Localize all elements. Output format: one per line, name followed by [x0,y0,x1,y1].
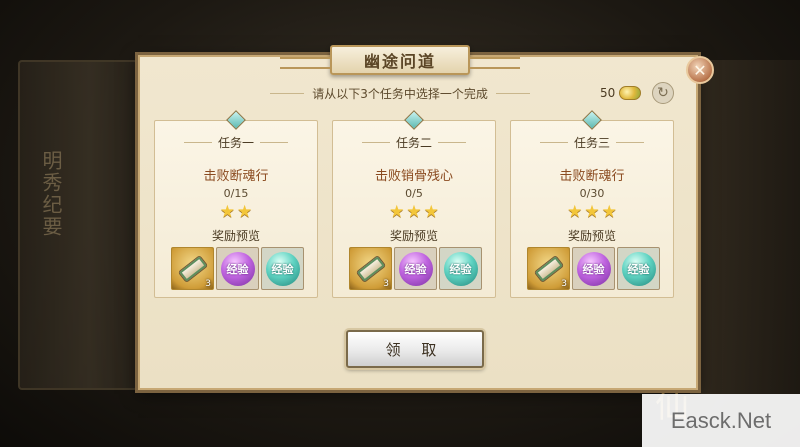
title-plate: 幽途问道 [280,45,520,75]
star-icon: ★ [423,202,439,222]
reward-slot-scroll[interactable]: 3 [527,247,570,290]
task-target: 击败断魂行 [203,169,269,184]
reward-slots: 3 经验 经验 [527,247,660,290]
reward-count: 3 [383,279,389,289]
reward-preview-label: 奖励预览 [211,229,260,243]
subtitle-row: 请从以下3个任务中选择一个完成 [270,84,531,102]
background-book-text: 明秀纪要 [39,150,63,238]
exp-orb-teal-icon: 经验 [265,251,300,286]
task-header: 任务三 [511,131,673,153]
header-divider [260,141,288,143]
exp-orb-purple-icon: 经验 [576,251,611,286]
task-header: 任务一 [155,131,317,153]
header-divider [361,141,390,143]
close-button[interactable]: ✕ [686,56,714,84]
watermark-text: Easck.Net [670,407,772,433]
reward-slot-exp-purple[interactable]: 经验 [216,247,259,290]
scroll-icon [533,254,564,283]
star-icon: ★ [584,202,600,222]
exp-orb-teal-icon: 经验 [621,251,656,286]
currency-display: 50 [600,84,642,102]
header-divider [616,141,644,143]
scroll-icon [177,254,208,283]
exp-orb-purple-icon: 经验 [398,251,433,286]
task-stars: ★ ★ ★ [333,203,495,221]
star-icon: ★ [406,202,422,222]
star-icon: ★ [567,202,583,222]
refresh-button[interactable]: ↻ [652,82,674,104]
claim-button[interactable]: 领 取 [346,330,484,368]
star-icon: ★ [389,202,405,222]
scroll-icon [355,254,386,283]
task-card-3[interactable]: 任务三 击败断魂行 0/30 ★ ★ ★ 奖励预览 3 经验 经验 [510,110,674,298]
task-progress: 0/30 [579,187,605,200]
task-card-2[interactable]: 任务二 击败销骨残心 0/5 ★ ★ ★ 奖励预览 3 经验 经验 [332,110,496,298]
subtitle-divider-right [495,92,531,94]
reward-slot-exp-teal[interactable]: 经验 [617,247,660,290]
task-target: 击败断魂行 [559,169,625,184]
reward-slot-scroll[interactable]: 3 [349,247,392,290]
reward-preview-label: 奖励预览 [567,229,616,243]
watermark: Easck.Net [642,394,800,447]
reward-slot-exp-teal[interactable]: 经验 [261,247,304,290]
currency-amount: 50 [600,86,616,100]
task-label: 任务一 [217,135,254,150]
star-icon: ★ [237,202,253,222]
reward-slot-exp-purple[interactable]: 经验 [394,247,437,290]
reward-count: 3 [561,279,567,289]
refresh-icon: ↻ [657,85,669,101]
close-icon: ✕ [693,60,707,80]
header-divider [183,141,212,143]
subtitle-text: 请从以下3个任务中选择一个完成 [312,86,488,101]
exp-orb-teal-icon: 经验 [443,251,478,286]
star-icon: ★ [601,202,617,222]
task-card-1[interactable]: 任务一 击败断魂行 0/15 ★ ★ 奖励预览 3 经验 经验 [154,110,318,298]
header-divider [438,141,466,143]
task-header: 任务二 [333,131,495,153]
reward-slot-exp-purple[interactable]: 经验 [572,247,615,290]
header-divider [539,141,568,143]
task-target: 击败销骨残心 [374,169,453,184]
reward-slots: 3 经验 经验 [171,247,304,290]
background-right-panel [690,60,800,400]
task-stars: ★ ★ [155,203,317,221]
task-progress: 0/15 [223,187,249,200]
reward-slots: 3 经验 经验 [349,247,482,290]
subtitle-divider-left [270,92,305,94]
dialog-title: 幽途问道 [363,52,436,71]
reward-count: 3 [205,279,211,289]
coin-icon [619,86,642,100]
star-icon: ★ [219,202,235,222]
reward-preview-label: 奖励预览 [389,229,438,243]
task-stars: ★ ★ ★ [511,203,673,221]
reward-slot-exp-teal[interactable]: 经验 [439,247,482,290]
reward-slot-scroll[interactable]: 3 [171,247,214,290]
exp-orb-purple-icon: 经验 [220,251,255,286]
task-progress: 0/5 [405,187,423,200]
task-label: 任务二 [395,135,432,150]
claim-button-label: 领 取 [385,340,445,359]
task-label: 任务三 [573,135,610,150]
